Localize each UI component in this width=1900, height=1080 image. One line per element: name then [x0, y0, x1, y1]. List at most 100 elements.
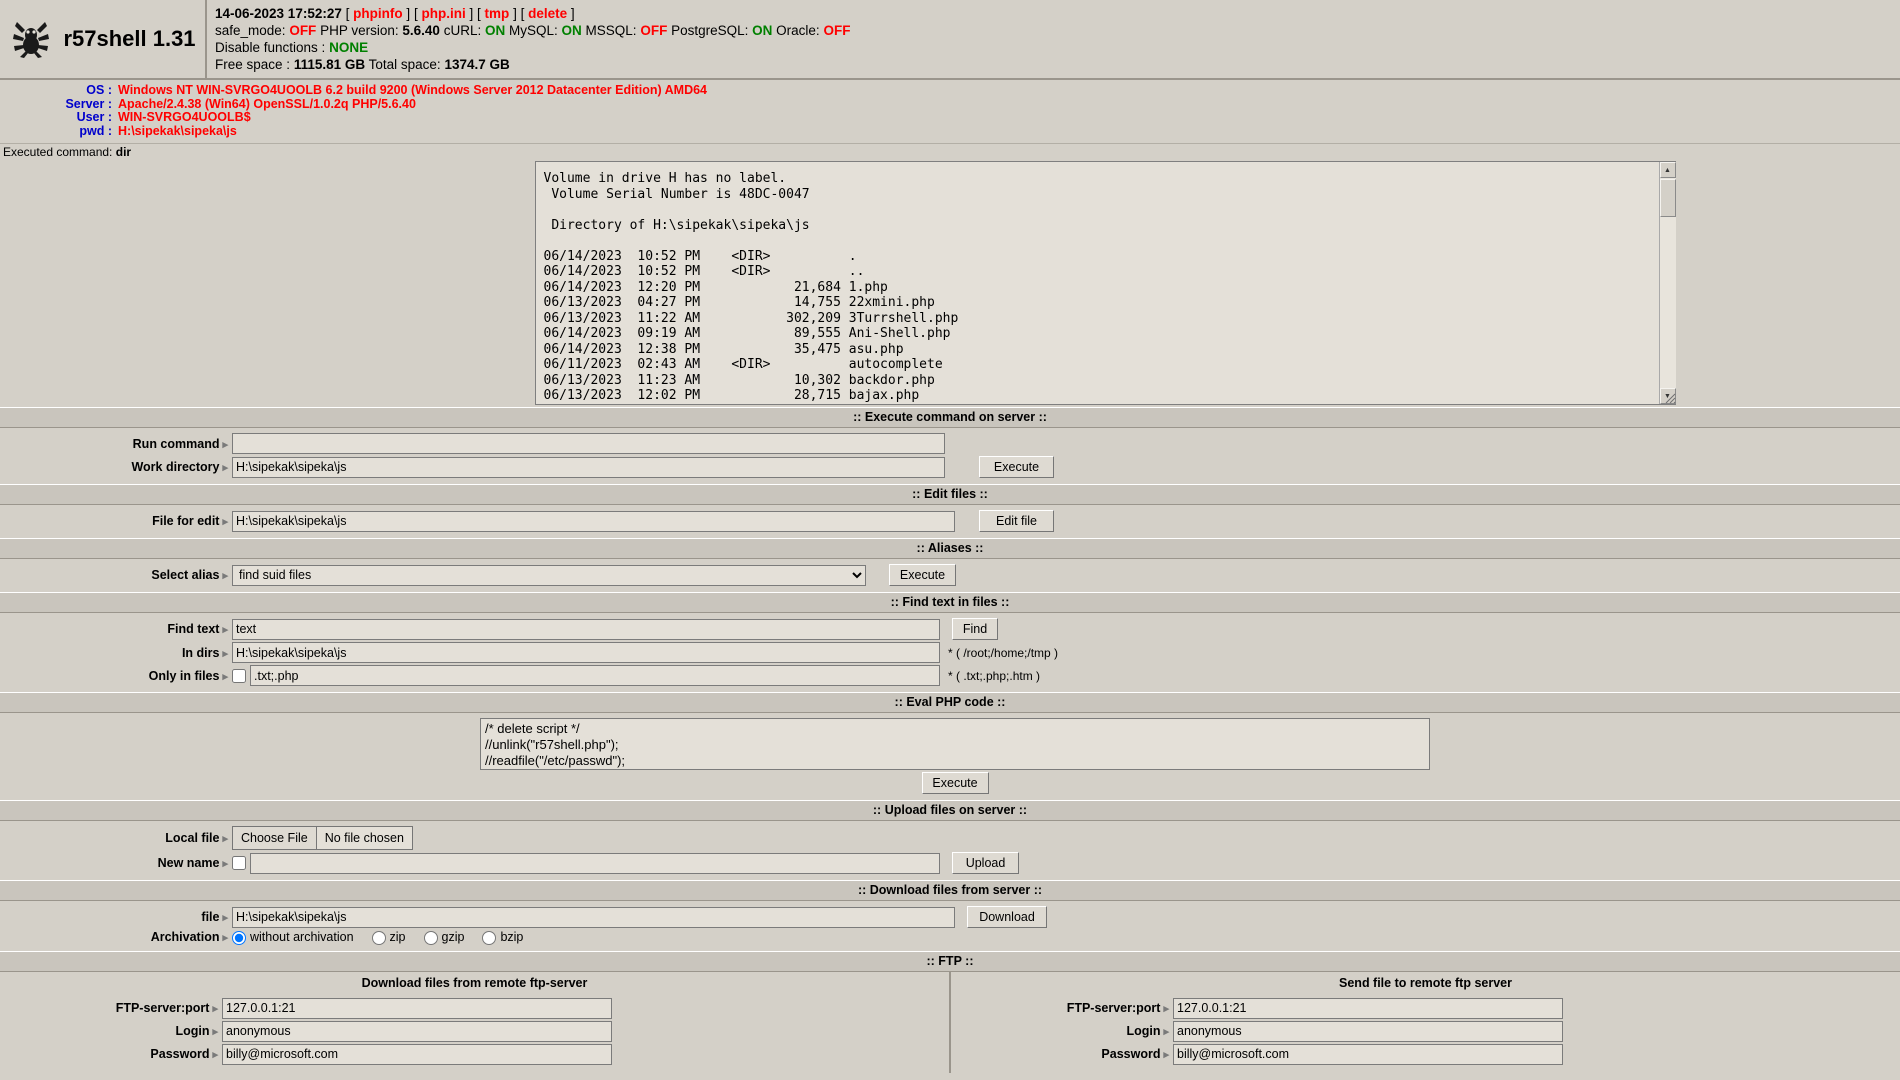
- row-ftp-send-password: Password ▸: [951, 1043, 1900, 1065]
- archivation-label-text: Archivation: [150, 930, 220, 945]
- mysql-value: ON: [561, 23, 582, 38]
- eval-php-textarea[interactable]: /* delete script */ //unlink("r57shell.p…: [480, 718, 1430, 770]
- alias-select[interactable]: find suid files: [232, 564, 866, 586]
- upload-button[interactable]: Upload: [952, 852, 1019, 874]
- scrollbar-thumb[interactable]: [1659, 179, 1676, 217]
- in-dirs-input[interactable]: [232, 642, 940, 663]
- radio-input-gzip[interactable]: [423, 930, 438, 945]
- choose-file-button[interactable]: Choose File: [233, 827, 317, 849]
- ftp-download-login-label: Login ▸: [0, 1024, 222, 1038]
- ftp-download-server-label-text: FTP-server:port: [115, 1001, 210, 1016]
- scroll-up-icon[interactable]: ▲: [1659, 162, 1676, 178]
- ftp-send-password-input[interactable]: [1173, 1043, 1563, 1065]
- ftp-download-password-input[interactable]: [222, 1043, 612, 1065]
- spider-icon: [9, 18, 53, 61]
- eval-execute-button[interactable]: Execute: [921, 772, 989, 794]
- file-for-edit-label-text: File for edit: [152, 514, 220, 528]
- edit-file-button[interactable]: Edit file: [979, 510, 1054, 532]
- row-arrow-icon: ▸: [222, 670, 228, 683]
- postgresql-label: PostgreSQL:: [671, 23, 749, 38]
- row-arrow-icon: ▸: [212, 1026, 218, 1039]
- link-php-ini[interactable]: php.ini: [421, 6, 465, 21]
- radio-input-without-archivation[interactable]: [232, 930, 246, 945]
- find-text-label-text: Find text: [167, 622, 220, 636]
- row-find-text: Find text▸ Find: [0, 618, 1900, 640]
- row-arrow-icon: ▸: [222, 932, 228, 945]
- safe-mode-label: safe_mode:: [215, 23, 286, 38]
- new-name-label-text: New name: [157, 856, 220, 870]
- download-file-label-text: file: [201, 910, 220, 924]
- ftp-download-column: Download files from remote ftp-server FT…: [0, 971, 951, 1073]
- executed-command-label: Executed command:: [3, 145, 113, 159]
- pwd-label: pwd :: [79, 123, 112, 138]
- row-archivation: Archivation ▸ without archivation zip gzi…: [0, 930, 1900, 945]
- ftp-download-server-input[interactable]: [222, 997, 612, 1019]
- section-download-files: :: Download files from server ::: [0, 880, 1900, 901]
- radio-zip[interactable]: zip: [371, 930, 406, 945]
- execute-command-button[interactable]: Execute: [979, 456, 1054, 478]
- disable-functions-label: Disable functions :: [215, 40, 326, 55]
- row-work-directory: Work directory▸ Execute: [0, 456, 1900, 478]
- find-text-block: Find text▸ Find In dirs▸ * ( /root;/home…: [0, 613, 1900, 692]
- command-output-text[interactable]: Volume in drive H has no label. Volume S…: [536, 162, 1659, 404]
- local-file-picker[interactable]: Choose File No file chosen: [232, 826, 413, 850]
- oracle-label: Oracle:: [776, 23, 820, 38]
- ftp-send-login-input[interactable]: [1173, 1020, 1563, 1042]
- radio-without-archivation[interactable]: without archivation: [232, 930, 354, 945]
- command-output-box: Volume in drive H has no label. Volume S…: [534, 161, 1676, 405]
- server-info-row-pwd: pwd : H:\sipekak\sipeka\js: [0, 123, 1900, 139]
- php-version-label: PHP version:: [320, 23, 399, 38]
- radio-gzip[interactable]: gzip: [423, 930, 464, 945]
- work-directory-label: Work directory ▸: [0, 460, 232, 474]
- server-info-row-server: Server : Apache/2.4.38 (Win64) OpenSSL/1…: [0, 97, 1900, 112]
- row-run-command: Run command ▸: [0, 433, 1900, 454]
- new-name-input[interactable]: [250, 852, 940, 874]
- output-scrollbar[interactable]: ▲ ▼: [1658, 162, 1676, 404]
- row-in-dirs: In dirs▸ * ( /root;/home;/tmp ): [0, 642, 1900, 663]
- find-button[interactable]: Find: [952, 618, 998, 640]
- work-directory-input[interactable]: [232, 456, 945, 478]
- header-line-datetime: 14-06-2023 17:52:27 [ phpinfo ] [ php.in…: [215, 6, 575, 21]
- row-new-name: New name ▸ Upload: [0, 852, 1900, 874]
- only-in-files-checkbox[interactable]: [232, 668, 246, 683]
- ftp-download-login-input[interactable]: [222, 1020, 612, 1042]
- only-in-files-hint: * ( .txt;.php;.htm ): [948, 668, 1041, 683]
- download-button[interactable]: Download: [967, 906, 1047, 928]
- ftp-send-server-input[interactable]: [1173, 997, 1563, 1019]
- file-for-edit-input[interactable]: [232, 510, 955, 532]
- app-header: r57shell 1.31 14-06-2023 17:52:27 [ phpi…: [0, 0, 1900, 80]
- row-arrow-icon: ▸: [1163, 1026, 1169, 1039]
- ftp-send-login-label-text: Login: [1126, 1024, 1161, 1039]
- radio-input-zip[interactable]: [371, 930, 386, 945]
- find-text-input[interactable]: [232, 618, 940, 640]
- section-upload-files: :: Upload files on server ::: [0, 800, 1900, 821]
- ftp-send-password-label: Password ▸: [951, 1047, 1173, 1061]
- new-name-checkbox[interactable]: [232, 856, 246, 870]
- resize-grip-icon[interactable]: [1664, 392, 1676, 404]
- file-for-edit-label: File for edit ▸: [0, 514, 232, 528]
- server-info-panel: OS : Windows NT WIN-SVRGO4UOOLB 6.2 buil…: [0, 80, 1900, 144]
- radio-input-bzip[interactable]: [482, 930, 497, 945]
- ftp-send-server-label: FTP-server:port ▸: [951, 1001, 1173, 1015]
- only-in-files-input[interactable]: [250, 665, 940, 686]
- link-tmp[interactable]: tmp: [485, 6, 510, 21]
- download-file-input[interactable]: [232, 906, 955, 928]
- section-execute-command: :: Execute command on server ::: [0, 407, 1900, 428]
- ftp-send-login-label: Login ▸: [951, 1024, 1173, 1038]
- free-space-value: 1115.81 GB: [293, 57, 366, 72]
- ftp-download-login-label-text: Login: [175, 1024, 210, 1039]
- download-files-block: file▸ Download Archivation▸ without arch…: [0, 901, 1900, 951]
- row-arrow-icon: ▸: [222, 462, 228, 474]
- row-arrow-icon: ▸: [212, 1049, 218, 1062]
- execute-alias-button[interactable]: Execute: [889, 564, 956, 586]
- radio-label-bzip: bzip: [500, 930, 524, 944]
- ftp-block: Download files from remote ftp-server FT…: [0, 971, 1900, 1073]
- row-arrow-icon: ▸: [222, 516, 228, 528]
- run-command-input[interactable]: [232, 433, 945, 454]
- link-delete[interactable]: delete: [528, 6, 567, 21]
- safe-mode-value: OFF: [289, 23, 317, 38]
- radio-bzip[interactable]: bzip: [482, 930, 523, 945]
- row-download-file: file▸ Download: [0, 906, 1900, 928]
- row-file-for-edit: File for edit▸ Edit file: [0, 510, 1900, 532]
- link-phpinfo[interactable]: phpinfo: [353, 6, 402, 21]
